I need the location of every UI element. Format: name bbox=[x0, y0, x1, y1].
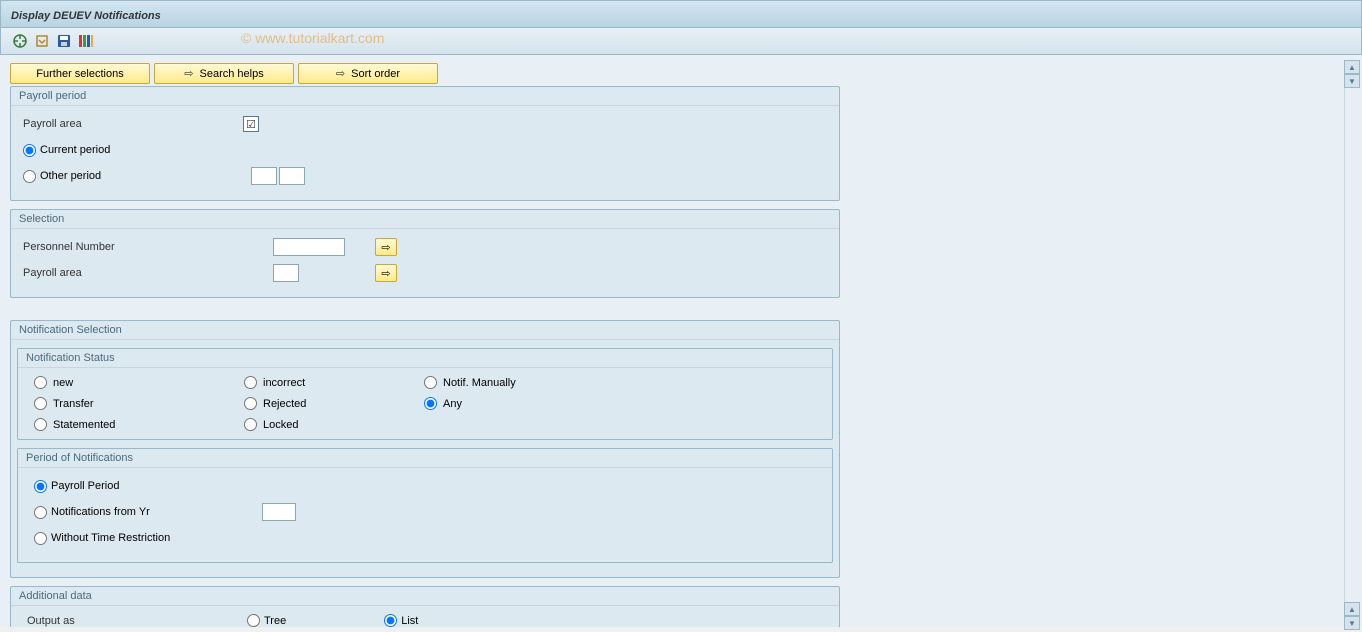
notification-status-title: Notification Status bbox=[18, 349, 832, 368]
get-variant-icon[interactable] bbox=[33, 32, 51, 50]
status-incorrect-label: incorrect bbox=[263, 377, 305, 389]
personnel-number-label: Personnel Number bbox=[23, 241, 273, 253]
arrow-right-icon: ⇨ bbox=[381, 241, 390, 254]
status-new-radio[interactable] bbox=[34, 376, 47, 389]
other-period-radio[interactable] bbox=[23, 170, 36, 183]
status-locked-radio[interactable] bbox=[244, 418, 257, 431]
payroll-period-group: Payroll period Payroll area ☑ Current pe… bbox=[10, 86, 840, 201]
status-locked-label: Locked bbox=[263, 419, 298, 431]
status-manually-radio[interactable] bbox=[424, 376, 437, 389]
output-as-label: Output as bbox=[27, 615, 237, 627]
payroll-area-multiple-button[interactable]: ⇨ bbox=[375, 264, 397, 282]
payroll-area-label: Payroll area bbox=[23, 118, 243, 130]
scroll-down-top-button[interactable]: ▼ bbox=[1344, 74, 1360, 88]
personnel-number-multiple-button[interactable]: ⇨ bbox=[375, 238, 397, 256]
search-helps-label: Search helps bbox=[200, 68, 264, 80]
status-new-label: new bbox=[53, 377, 73, 389]
other-period-input-1[interactable] bbox=[251, 167, 277, 185]
notification-selection-title: Notification Selection bbox=[11, 321, 839, 340]
status-rejected-label: Rejected bbox=[263, 398, 306, 410]
status-incorrect-radio[interactable] bbox=[244, 376, 257, 389]
page-title-bar: Display DEUEV Notifications bbox=[0, 0, 1362, 28]
additional-data-group: Additional data Output as Tree List bbox=[10, 586, 840, 627]
further-selections-button[interactable]: Further selections bbox=[10, 63, 150, 84]
scrollbar-track[interactable] bbox=[1344, 88, 1360, 602]
output-list-label: List bbox=[401, 615, 418, 627]
selection-button-row: Further selections ⇨ Search helps ⇨ Sort… bbox=[10, 63, 840, 84]
output-tree-radio[interactable] bbox=[247, 614, 260, 627]
period-without-restriction-radio[interactable] bbox=[34, 532, 47, 545]
status-manually-label: Notif. Manually bbox=[443, 377, 516, 389]
execute-icon[interactable] bbox=[11, 32, 29, 50]
output-list-radio[interactable] bbox=[384, 614, 397, 627]
arrow-right-icon: ⇨ bbox=[184, 67, 193, 80]
content-area: Further selections ⇨ Search helps ⇨ Sort… bbox=[0, 55, 1362, 627]
arrow-right-icon: ⇨ bbox=[336, 67, 345, 80]
personnel-number-input[interactable] bbox=[273, 238, 345, 256]
payroll-area-checkbox-icon[interactable]: ☑ bbox=[243, 116, 259, 132]
status-any-label: Any bbox=[443, 398, 462, 410]
arrow-right-icon: ⇨ bbox=[381, 267, 390, 280]
further-selections-label: Further selections bbox=[36, 68, 123, 80]
selection-payroll-area-input[interactable] bbox=[273, 264, 299, 282]
period-payroll-radio[interactable] bbox=[34, 480, 47, 493]
selection-group: Selection Personnel Number ⇨ Payroll are… bbox=[10, 209, 840, 298]
current-period-radio[interactable] bbox=[23, 144, 36, 157]
status-rejected-radio[interactable] bbox=[244, 397, 257, 410]
selection-payroll-area-label: Payroll area bbox=[23, 267, 273, 279]
notification-selection-group: Notification Selection Notification Stat… bbox=[10, 320, 840, 578]
scroll-up-bottom-button[interactable]: ▲ bbox=[1344, 602, 1360, 616]
scroll-up-top-button[interactable]: ▲ bbox=[1344, 60, 1360, 74]
additional-data-title: Additional data bbox=[11, 587, 839, 606]
period-without-restriction-label: Without Time Restriction bbox=[51, 532, 170, 544]
save-icon[interactable] bbox=[55, 32, 73, 50]
status-transfer-label: Transfer bbox=[53, 398, 94, 410]
page-title: Display DEUEV Notifications bbox=[11, 10, 161, 22]
selection-title: Selection bbox=[11, 210, 839, 229]
search-helps-button[interactable]: ⇨ Search helps bbox=[154, 63, 294, 84]
status-any-radio[interactable] bbox=[424, 397, 437, 410]
period-of-notifications-group: Period of Notifications Payroll Period N… bbox=[17, 448, 833, 563]
status-statemented-label: Statemented bbox=[53, 419, 115, 431]
period-of-notifications-title: Period of Notifications bbox=[18, 449, 832, 468]
notifications-from-yr-input[interactable] bbox=[262, 503, 296, 521]
notification-status-group: Notification Status new incorrect Notif.… bbox=[17, 348, 833, 440]
sort-order-button[interactable]: ⇨ Sort order bbox=[298, 63, 438, 84]
period-payroll-label: Payroll Period bbox=[51, 480, 119, 492]
sort-order-label: Sort order bbox=[351, 68, 400, 80]
org-structure-icon[interactable] bbox=[77, 32, 95, 50]
other-period-label: Other period bbox=[40, 170, 101, 182]
watermark-text: © www.tutorialkart.com bbox=[241, 30, 384, 46]
payroll-period-title: Payroll period bbox=[11, 87, 839, 106]
current-period-label: Current period bbox=[40, 144, 110, 156]
status-transfer-radio[interactable] bbox=[34, 397, 47, 410]
period-from-yr-radio[interactable] bbox=[34, 506, 47, 519]
status-statemented-radio[interactable] bbox=[34, 418, 47, 431]
scroll-down-bottom-button[interactable]: ▼ bbox=[1344, 616, 1360, 630]
output-tree-label: Tree bbox=[264, 615, 286, 627]
other-period-input-2[interactable] bbox=[279, 167, 305, 185]
app-toolbar: © www.tutorialkart.com bbox=[0, 28, 1362, 55]
period-from-yr-label: Notifications from Yr bbox=[51, 506, 150, 518]
